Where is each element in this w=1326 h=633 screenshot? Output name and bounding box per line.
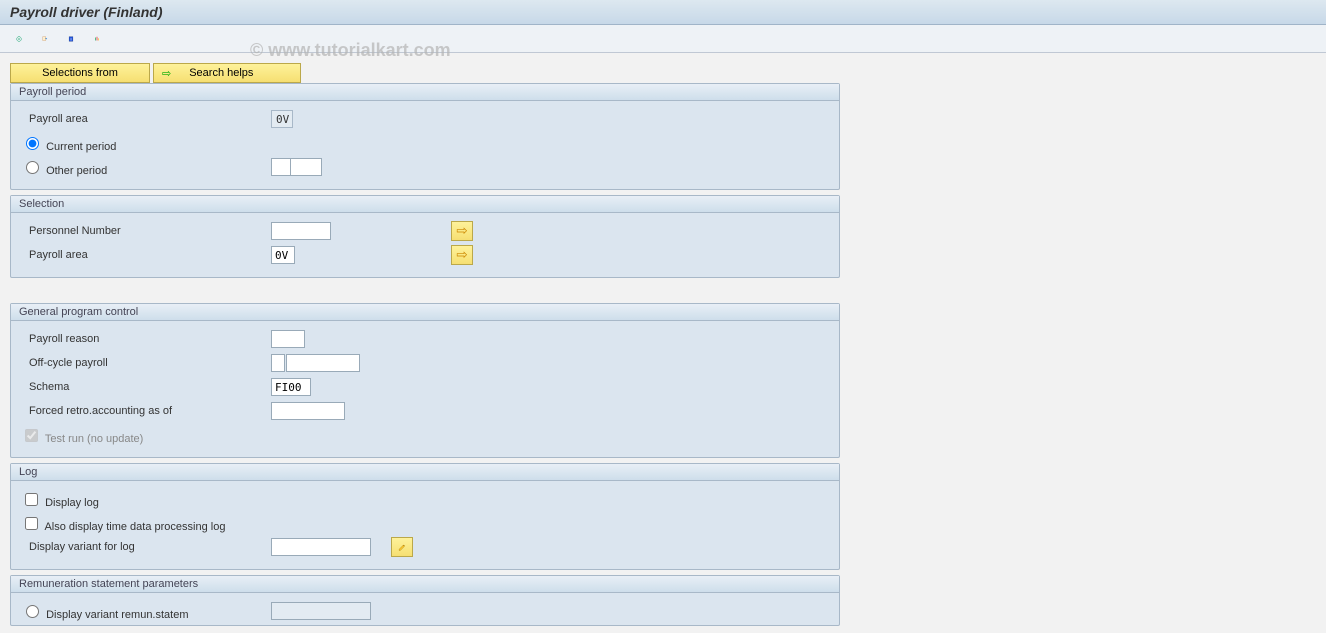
label-payroll-area: Payroll area — [21, 113, 271, 125]
checkbox-test-run: Test run (no update) — [21, 426, 271, 445]
label-payroll-reason: Payroll reason — [21, 333, 271, 345]
checkbox-display-log-input[interactable] — [25, 493, 38, 506]
group-log: Log Display log Also display time data p… — [10, 463, 840, 570]
checkbox-test-run-input — [25, 429, 38, 442]
input-sel-payroll-area[interactable] — [271, 246, 295, 264]
search-helps-label: Search helps — [189, 67, 253, 79]
group-title-payroll-period: Payroll period — [11, 84, 839, 101]
radio-current-period[interactable]: Current period — [21, 134, 271, 153]
radio-other-input[interactable] — [26, 161, 39, 174]
label-offcycle: Off-cycle payroll — [21, 357, 271, 369]
radio-current-label: Current period — [46, 141, 116, 153]
label-personnel-number: Personnel Number — [21, 225, 271, 237]
input-schema[interactable] — [271, 378, 311, 396]
input-offcycle-2[interactable] — [286, 354, 360, 372]
top-buttons: Selections from ⇨ Search helps — [10, 63, 1316, 83]
selections-from-button[interactable]: Selections from — [10, 63, 150, 83]
input-forced-retro[interactable] — [271, 402, 345, 420]
group-general: General program control Payroll reason O… — [10, 303, 840, 458]
search-helps-button[interactable]: ⇨ Search helps — [153, 63, 301, 83]
get-variant-icon[interactable] — [36, 30, 54, 48]
radio-display-variant-remun[interactable]: Display variant remun.statem — [21, 602, 271, 621]
title-bar: Payroll driver (Finland) — [0, 0, 1326, 25]
input-payroll-reason[interactable] — [271, 330, 305, 348]
checkbox-display-log[interactable]: Display log — [21, 490, 271, 509]
pencil-icon — [398, 540, 406, 554]
radio-other-label: Other period — [46, 165, 107, 177]
radio-current-input[interactable] — [26, 137, 39, 150]
more-personnel-number-button[interactable]: ⇨ — [451, 221, 473, 241]
label-sel-payroll-area: Payroll area — [21, 249, 271, 261]
group-title-remun: Remuneration statement parameters — [11, 576, 839, 593]
label-forced-retro: Forced retro.accounting as of — [21, 405, 271, 417]
arrow-right-icon: ⇨ — [162, 67, 171, 80]
label-schema: Schema — [21, 381, 271, 393]
field-payroll-area[interactable]: 0V — [271, 110, 293, 128]
group-title-general: General program control — [11, 304, 839, 321]
checkbox-test-run-label: Test run (no update) — [45, 433, 143, 445]
group-selection: Selection Personnel Number ⇨ Payroll are… — [10, 195, 840, 278]
arrow-right-icon: ⇨ — [456, 247, 467, 263]
content-area: Selections from ⇨ Search helps Payroll p… — [0, 53, 1326, 626]
svg-text:i: i — [70, 37, 71, 41]
label-display-variant-log: Display variant for log — [21, 541, 271, 553]
input-display-variant-log[interactable] — [271, 538, 371, 556]
input-display-variant-remun[interactable] — [271, 602, 371, 620]
info-icon[interactable]: i — [62, 30, 80, 48]
checkbox-also-display-input[interactable] — [25, 517, 38, 530]
input-personnel-number[interactable] — [271, 222, 331, 240]
bars-icon[interactable] — [88, 30, 106, 48]
checkbox-display-log-label: Display log — [45, 497, 99, 509]
edit-log-variant-button[interactable] — [391, 537, 413, 557]
arrow-right-icon: ⇨ — [456, 223, 467, 239]
radio-display-variant-remun-label: Display variant remun.statem — [46, 609, 188, 621]
group-remun: Remuneration statement parameters Displa… — [10, 575, 840, 626]
group-title-log: Log — [11, 464, 839, 481]
radio-other-period[interactable]: Other period — [21, 158, 271, 177]
more-payroll-area-button[interactable]: ⇨ — [451, 245, 473, 265]
window-title: Payroll driver (Finland) — [10, 4, 162, 20]
execute-icon[interactable] — [10, 30, 28, 48]
app-window: Payroll driver (Finland) i © www.tutoria… — [0, 0, 1326, 633]
selections-from-label: Selections from — [42, 67, 118, 79]
radio-display-variant-remun-input[interactable] — [26, 605, 39, 618]
group-title-selection: Selection — [11, 196, 839, 213]
checkbox-also-display-label: Also display time data processing log — [44, 521, 225, 533]
group-payroll-period: Payroll period Payroll area 0V Current p… — [10, 83, 840, 190]
input-other-period-2[interactable] — [290, 158, 322, 176]
checkbox-also-display[interactable]: Also display time data processing log — [21, 514, 421, 533]
input-other-period-1[interactable] — [271, 158, 291, 176]
toolbar: i — [0, 25, 1326, 53]
input-offcycle-1[interactable] — [271, 354, 285, 372]
